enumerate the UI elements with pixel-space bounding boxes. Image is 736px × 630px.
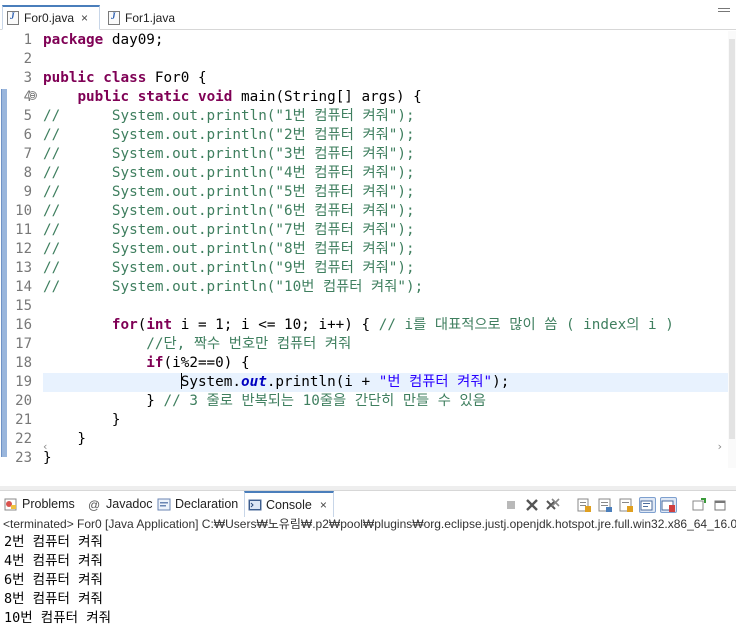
code-line: // System.out.println("3번 컴퓨터 켜줘"); (43, 146, 415, 162)
console-line: 4번 컴퓨터 켜줘 (4, 553, 103, 569)
code-line-current: System.out.println(i + "번 컴퓨터 켜줘"); (180, 373, 510, 390)
show-on-output-icon[interactable] (618, 497, 635, 513)
tab-label: For0.java (24, 11, 75, 25)
line-number: 16 (15, 317, 32, 333)
toolbar-separator (566, 497, 572, 513)
line-number: 20 (15, 393, 32, 409)
console-process-label: <terminated> For0 [Java Application] C:₩… (3, 517, 736, 531)
code-line: // System.out.println("9번 컴퓨터 켜줘"); (43, 260, 415, 276)
editor-vertical-scrollbar[interactable] (728, 31, 736, 468)
tab-javadoc[interactable]: @ Javadoc (88, 491, 153, 517)
code-area[interactable]: package day09; public class For0 { publi… (43, 31, 728, 468)
java-file-icon: J (108, 10, 120, 25)
problems-icon (4, 498, 18, 511)
display-console-icon[interactable] (660, 497, 677, 513)
line-number: 19 (15, 374, 32, 390)
fold-toggle-icon[interactable]: ⊖ (28, 91, 37, 100)
pin-console-icon[interactable] (639, 497, 656, 513)
code-line: for(int i = 1; i <= 10; i++) { // i를 대표적… (111, 317, 674, 333)
line-number: 15 (15, 298, 32, 314)
line-number: 5 (23, 108, 32, 124)
scroll-right-icon[interactable]: › (718, 440, 722, 453)
console-line: 6번 컴퓨터 켜줘 (4, 572, 103, 588)
line-number: 9 (23, 184, 32, 200)
line-number: 22 (15, 431, 32, 447)
editor-horizontal-scrollbar[interactable]: ‹ › (43, 440, 728, 454)
declaration-icon (157, 498, 171, 511)
line-number: 10 (15, 203, 32, 219)
java-file-icon: J (7, 11, 19, 25)
line-number: 3 (23, 70, 32, 86)
console-line: 10번 컴퓨터 켜줘 (4, 610, 112, 626)
tab-label: Javadoc (106, 497, 153, 511)
line-number: 1 (23, 32, 32, 48)
line-number: 21 (15, 412, 32, 428)
tab-for0-java[interactable]: J For0.java × (2, 5, 100, 30)
close-console-icon[interactable]: × (320, 498, 327, 512)
tab-label: Declaration (175, 497, 239, 511)
tab-console[interactable]: Console × (244, 491, 334, 517)
console-output[interactable]: 2번 컴퓨터 켜줘 4번 컴퓨터 켜줘 6번 컴퓨터 켜줘 8번 컴퓨터 켜줘 … (0, 533, 736, 630)
tab-declaration[interactable]: Declaration (157, 491, 238, 517)
remove-all-icon[interactable] (545, 497, 562, 513)
terminate-icon[interactable] (503, 497, 520, 513)
code-line: // System.out.println("5번 컴퓨터 켜줘"); (43, 184, 415, 200)
line-number: 14 (15, 279, 32, 295)
code-line: package day09; (43, 32, 164, 48)
code-editor[interactable]: 1 2 3 4 5 6 7 8 9 10 11 12 13 14 15 16 1… (0, 31, 736, 468)
line-number: 2 (23, 51, 32, 67)
tab-label: For1.java (125, 10, 176, 25)
remove-launch-icon[interactable] (524, 497, 541, 513)
word-wrap-icon[interactable] (597, 497, 614, 513)
close-tab-icon[interactable]: × (81, 11, 88, 25)
line-number: 7 (23, 146, 32, 162)
toolbar-separator (681, 497, 687, 513)
maximize-icon[interactable] (712, 497, 729, 513)
line-number: 17 (15, 336, 32, 352)
editor-tab-bar: J For0.java × J For1.java (0, 0, 736, 30)
javadoc-icon: @ (88, 497, 101, 512)
code-line: // System.out.println("6번 컴퓨터 켜줘"); (43, 203, 415, 219)
code-line: } // 3 줄로 반복되는 10줄을 간단히 만들 수 있음 (146, 393, 486, 409)
scroll-lock-icon[interactable] (576, 497, 593, 513)
code-line: // System.out.println("2번 컴퓨터 켜줘"); (43, 127, 415, 143)
code-line: //단, 짝수 번호만 컴퓨터 켜줘 (146, 336, 352, 352)
code-line: // System.out.println("1번 컴퓨터 켜줘"); (43, 108, 415, 124)
open-console-icon[interactable] (691, 497, 708, 513)
bottom-view-tab-bar: Problems @ Javadoc Declaration Console × (0, 490, 736, 517)
scroll-left-icon[interactable]: ‹ (43, 440, 47, 453)
tab-label: Console (266, 498, 312, 512)
code-line: public class For0 { (43, 70, 207, 86)
line-number: 13 (15, 260, 32, 276)
console-toolbar (503, 497, 729, 513)
line-number: 12 (15, 241, 32, 257)
tab-label: Problems (22, 497, 75, 511)
tab-for1-java[interactable]: J For1.java (104, 5, 178, 30)
console-icon (248, 499, 262, 512)
line-number: 11 (15, 222, 32, 238)
code-line: // System.out.println("4번 컴퓨터 켜줘"); (43, 165, 415, 181)
code-line: public static void main(String[] args) { (77, 89, 422, 105)
line-number: 6 (23, 127, 32, 143)
line-number: 18 (15, 355, 32, 371)
minimize-icon[interactable] (718, 8, 730, 14)
line-number: 8 (23, 165, 32, 181)
line-number: 23 (15, 450, 32, 466)
console-line: 2번 컴퓨터 켜줘 (4, 534, 103, 550)
code-line: // System.out.println("8번 컴퓨터 켜줘"); (43, 241, 415, 257)
code-line: // System.out.println("10번 컴퓨터 켜줘"); (43, 279, 424, 295)
code-line: } (43, 412, 121, 428)
code-line: // System.out.println("7번 컴퓨터 켜줘"); (43, 222, 415, 238)
console-line: 8번 컴퓨터 켜줘 (4, 591, 103, 607)
code-line: if(i%2==0) { (146, 355, 250, 371)
tab-problems[interactable]: Problems (4, 491, 75, 517)
